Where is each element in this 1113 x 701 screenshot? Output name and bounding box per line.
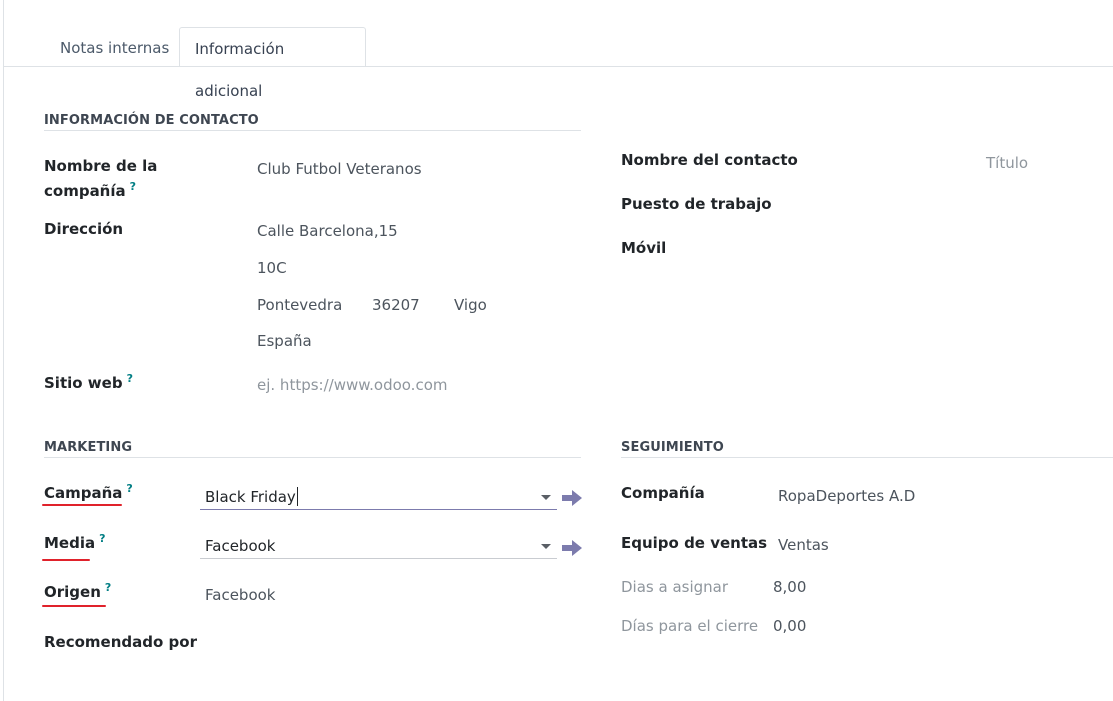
zip-field[interactable]: 36207 <box>372 294 420 316</box>
medium-annotation-underline <box>42 559 90 561</box>
marketing-section-divider <box>44 457 581 458</box>
company-field[interactable]: RopaDeportes A.D <box>778 485 915 507</box>
text-cursor <box>296 487 298 506</box>
street-field[interactable]: Calle Barcelona,15 <box>257 220 398 242</box>
website-label: Sitio web? <box>44 371 133 396</box>
company-label: Compañía <box>621 484 705 502</box>
sales-team-label: Equipo de ventas <box>621 534 768 552</box>
marketing-section-title: MARKETING <box>44 440 133 455</box>
tracking-section-title: SEGUIMIENTO <box>621 440 724 455</box>
help-icon[interactable]: ? <box>99 532 105 545</box>
title-select[interactable]: Título <box>986 152 1028 174</box>
job-position-label: Puesto de trabajo <box>621 195 772 213</box>
help-icon[interactable]: ? <box>130 180 136 193</box>
contact-name-label: Nombre del contacto <box>621 151 798 169</box>
source-annotation-underline <box>42 605 106 607</box>
campaign-annotation-underline <box>42 504 122 506</box>
mobile-label: Móvil <box>621 239 667 257</box>
country-field[interactable]: España <box>257 330 312 352</box>
tracking-section-divider <box>621 457 1113 458</box>
source-field[interactable]: Facebook <box>205 584 275 606</box>
days-to-close-label: Días para el cierre <box>621 617 759 635</box>
chevron-down-icon[interactable] <box>541 544 551 549</box>
source-label: Origen? <box>44 580 111 605</box>
help-icon[interactable]: ? <box>127 372 133 385</box>
tab-additional-info[interactable]: Información adicional <box>179 27 366 100</box>
sales-team-field[interactable]: Ventas <box>778 534 829 556</box>
days-to-close-value: 0,00 <box>773 617 807 635</box>
street2-field[interactable]: 10C <box>257 257 287 279</box>
campaign-label: Campaña? <box>44 481 133 506</box>
days-to-assign-label: Dias a asignar <box>621 578 729 596</box>
company-name-label: Nombre de la compañía? <box>44 154 157 204</box>
medium-label-text: Media <box>44 534 96 552</box>
referred-label: Recomendado por <box>44 633 197 651</box>
contact-section-divider <box>44 130 581 131</box>
company-name-label-line1: Nombre de la <box>44 157 158 175</box>
source-label-text: Origen <box>44 583 101 601</box>
campaign-select-value: Black Friday <box>205 488 296 506</box>
company-name-label-line2: compañía <box>44 182 126 200</box>
state-field[interactable]: Pontevedra <box>257 294 342 316</box>
address-label: Dirección <box>44 220 124 238</box>
arrow-right-icon[interactable] <box>561 488 583 508</box>
website-label-text: Sitio web <box>44 374 123 392</box>
help-icon[interactable]: ? <box>126 482 132 495</box>
contact-section-title: INFORMACIÓN DE CONTACTO <box>44 113 259 128</box>
page-left-border <box>3 0 4 701</box>
campaign-label-text: Campaña <box>44 484 123 502</box>
arrow-right-icon[interactable] <box>561 538 583 558</box>
days-to-assign-value: 8,00 <box>773 578 807 596</box>
medium-select[interactable]: Facebook <box>200 534 557 559</box>
company-name-field[interactable]: Club Futbol Veteranos <box>257 158 422 180</box>
medium-select-value: Facebook <box>205 537 276 555</box>
campaign-select[interactable]: Black Friday <box>200 485 557 510</box>
help-icon[interactable]: ? <box>105 581 111 594</box>
city-field[interactable]: Vigo <box>454 294 487 316</box>
tab-internal-notes[interactable]: Notas internas <box>45 27 184 67</box>
website-input[interactable]: ej. https://www.odoo.com <box>257 374 448 396</box>
medium-label: Media? <box>44 531 106 556</box>
chevron-down-icon[interactable] <box>541 495 551 500</box>
tabs-divider <box>3 66 1113 67</box>
